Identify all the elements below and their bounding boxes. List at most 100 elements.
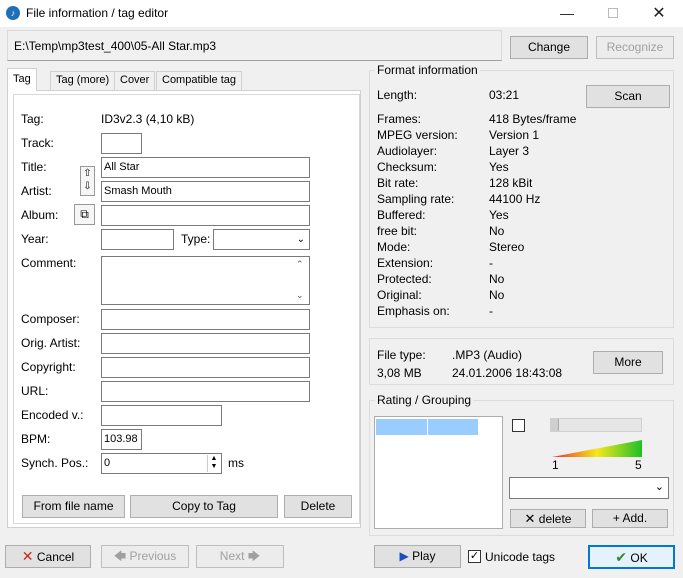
previous-button[interactable]: 🡄 Previous	[101, 545, 189, 568]
bpm-input[interactable]: 103.98	[101, 429, 142, 450]
close-window-button[interactable]: ✕	[636, 0, 682, 27]
unicode-tags-checkbox[interactable]: ✓	[468, 550, 481, 563]
format-row-label: Emphasis on:	[377, 304, 450, 318]
synch-unit-label: ms	[228, 456, 244, 470]
format-row-value: No	[489, 288, 505, 302]
rating-slider[interactable]	[550, 418, 642, 432]
file-size-value: 3,08 MB	[377, 366, 422, 380]
format-row-value: 03:21	[489, 88, 520, 102]
copyright-input[interactable]	[101, 357, 310, 378]
format-row-value: Yes	[489, 160, 509, 174]
format-row-label: Buffered:	[377, 208, 426, 222]
ok-button[interactable]: ✔ OK	[588, 545, 675, 569]
bpm-label: BPM:	[21, 432, 51, 446]
tab-tag[interactable]: Tag	[7, 68, 37, 91]
format-row-label: Mode:	[377, 240, 411, 254]
year-input[interactable]	[101, 229, 174, 250]
file-type-label: File type:	[377, 348, 426, 362]
format-row-label: Sampling rate:	[377, 192, 455, 206]
url-input[interactable]	[101, 381, 310, 402]
format-row-label: Length:	[377, 88, 418, 102]
comment-scrollbar[interactable]: ⌃ ⌄	[292, 257, 309, 304]
rating-title: Rating / Grouping	[375, 393, 474, 407]
next-button[interactable]: Next 🡆	[196, 545, 284, 568]
from-file-name-button[interactable]: From file name	[22, 495, 125, 518]
chevron-down-icon: ⌄	[296, 234, 305, 245]
url-label: URL:	[21, 384, 49, 398]
album-input[interactable]	[101, 205, 310, 226]
album-label: Album:	[21, 208, 59, 222]
grouping-list[interactable]	[374, 416, 503, 529]
type-select[interactable]: ⌄	[213, 229, 310, 250]
tag-version-value: ID3v2.3 (4,10 kB)	[101, 112, 195, 126]
format-row-label: free bit:	[377, 224, 418, 238]
add-grouping-button[interactable]: + Add.	[592, 509, 668, 528]
change-button[interactable]: Change	[510, 36, 588, 59]
orig-artist-input[interactable]	[101, 333, 310, 354]
scan-button[interactable]: Scan	[586, 85, 670, 108]
artist-input[interactable]: Smash Mouth	[101, 181, 310, 202]
rating-max-label: 5	[635, 458, 642, 472]
spin-arrows-icon[interactable]: ▲ ▼	[207, 455, 220, 472]
unicode-tags-label: Unicode tags	[485, 550, 556, 564]
maximize-button[interactable]	[590, 0, 636, 27]
window-title: File information / tag editor	[26, 6, 169, 20]
grouping-list-item[interactable]	[428, 419, 478, 435]
copy-to-tag-button[interactable]: Copy to Tag	[130, 495, 278, 518]
swap-arrows-icon: ⇧ ⇩	[83, 168, 92, 192]
play-button[interactable]: ▶ Play	[374, 545, 461, 568]
delete-grouping-button[interactable]: ✕ delete	[510, 509, 586, 528]
format-row-value: No	[489, 224, 505, 238]
tab-compatible-tag[interactable]: Compatible tag	[156, 71, 242, 90]
title-input[interactable]: All Star	[101, 157, 310, 178]
recognize-button[interactable]: Recognize	[596, 36, 674, 59]
grouping-select[interactable]: ⌄	[509, 477, 669, 499]
delete-tag-button[interactable]: Delete	[284, 495, 352, 518]
x-icon: ✕	[524, 511, 536, 526]
format-row-value: 44100 Hz	[489, 192, 541, 206]
format-row-value: No	[489, 272, 505, 286]
comment-label: Comment:	[21, 256, 77, 270]
orig-artist-label: Orig. Artist:	[21, 336, 81, 350]
arrow-right-icon: 🡆	[247, 549, 261, 563]
x-icon: ✕	[21, 548, 34, 564]
composer-input[interactable]	[101, 309, 310, 330]
arrow-left-icon: 🡄	[113, 549, 127, 563]
checkmark-icon: ✔	[615, 549, 628, 565]
copy-album-button[interactable]: ⧉	[74, 204, 95, 225]
rating-min-label: 1	[552, 458, 559, 472]
rating-gradient	[552, 440, 642, 457]
composer-label: Composer:	[21, 312, 80, 326]
tag-label: Tag:	[21, 112, 44, 126]
format-row-label: Checksum:	[377, 160, 438, 174]
chevron-down-icon: ⌄	[654, 481, 664, 493]
format-row-label: Extension:	[377, 256, 434, 270]
file-date-value: 24.01.2006 18:43:08	[452, 366, 563, 380]
title-label: Title:	[21, 160, 47, 174]
synch-pos-input[interactable]: 0 ▲ ▼	[101, 453, 222, 474]
scroll-up-icon: ⌃	[296, 259, 304, 269]
comment-input[interactable]	[101, 256, 310, 305]
minimize-button[interactable]: —	[544, 0, 590, 27]
rating-checkbox[interactable]	[512, 419, 525, 432]
encoded-input[interactable]	[101, 405, 222, 426]
synch-pos-label: Synch. Pos.:	[21, 456, 89, 470]
file-type-value: .MP3 (Audio)	[452, 348, 523, 362]
title-bar: ♪ File information / tag editor — ✕	[0, 0, 683, 27]
tab-cover[interactable]: Cover	[114, 71, 156, 90]
music-note-icon: ♪	[6, 6, 20, 20]
format-row-value: 128 kBit	[489, 176, 533, 190]
artist-label: Artist:	[21, 184, 52, 198]
rating-slider-thumb[interactable]	[551, 419, 559, 431]
type-label: Type:	[181, 232, 211, 246]
more-button[interactable]: More	[593, 351, 663, 374]
swap-title-artist-button[interactable]: ⇧ ⇩	[80, 166, 95, 196]
track-input[interactable]	[101, 133, 142, 154]
copyright-label: Copyright:	[21, 360, 76, 374]
tab-tag-more[interactable]: Tag (more)	[50, 71, 116, 90]
encoded-label: Encoded v.:	[21, 408, 84, 422]
track-label: Track:	[21, 136, 54, 150]
format-row-value: Yes	[489, 208, 509, 222]
grouping-list-item[interactable]	[376, 419, 427, 435]
cancel-button[interactable]: ✕ Cancel	[5, 545, 91, 568]
